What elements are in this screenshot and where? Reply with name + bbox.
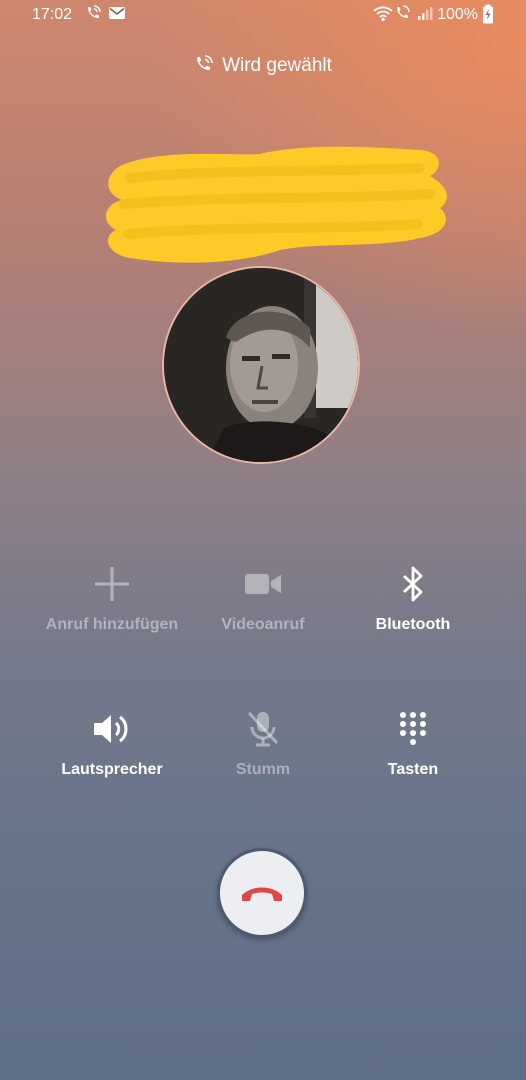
video-call-label: Videoanruf [221, 616, 305, 633]
end-call-button[interactable] [217, 848, 307, 938]
status-time: 17:02 [32, 6, 73, 23]
keypad-button[interactable]: Tasten [338, 709, 488, 779]
video-camera-icon [245, 574, 281, 594]
keypad-icon [400, 712, 426, 745]
email-icon [109, 7, 125, 19]
speaker-icon [94, 715, 128, 743]
wifi-icon [373, 6, 393, 22]
add-icon [95, 567, 129, 601]
contact-photo [164, 268, 358, 462]
wifi-calling-icon [88, 5, 101, 18]
battery-percentage: 100% [437, 6, 478, 23]
speaker-label: Lautsprecher [61, 761, 163, 778]
mute-label: Stumm [235, 761, 291, 778]
call-status-text: Wird gewählt [222, 55, 332, 76]
add-call-label: Anruf hinzufügen [45, 616, 179, 633]
keypad-label: Tasten [387, 761, 439, 778]
bluetooth-label: Bluetooth [375, 616, 451, 633]
bluetooth-button[interactable]: Bluetooth [338, 564, 488, 634]
status-bar: 17:02 100% [0, 0, 526, 32]
battery-charging-icon [483, 4, 493, 24]
wifi-calling-icon [197, 55, 213, 70]
add-call-button[interactable]: Anruf hinzufügen [37, 564, 187, 634]
mute-microphone-icon [247, 711, 279, 747]
mute-button[interactable]: Stumm [188, 709, 338, 779]
bluetooth-icon [403, 566, 423, 602]
redacted-contact-name [105, 146, 447, 263]
wifi-calling-icon [397, 5, 410, 18]
call-status: Wird gewählt [0, 54, 526, 77]
speaker-button[interactable]: Lautsprecher [37, 709, 187, 779]
contact-avatar [162, 266, 360, 464]
end-call-icon [242, 887, 282, 901]
video-call-button[interactable]: Videoanruf [188, 564, 338, 634]
signal-icon [418, 7, 433, 20]
